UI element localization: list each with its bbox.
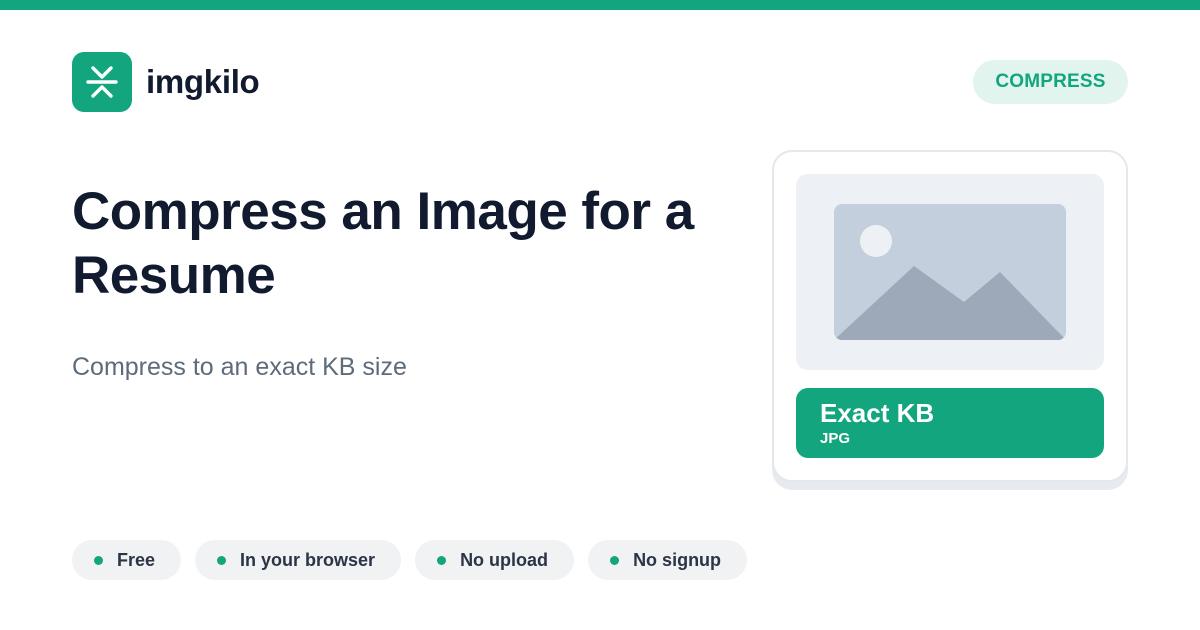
feature-label: No signup — [633, 549, 722, 570]
feature-label: Free — [117, 549, 156, 570]
image-placeholder-icon — [834, 204, 1066, 340]
category-badge: COMPRESS — [973, 60, 1128, 104]
og-card: imgkilo COMPRESS Compress an Image for a… — [0, 0, 1200, 630]
feature-label: In your browser — [240, 549, 376, 570]
brand-name: imgkilo — [146, 63, 260, 100]
accent-top-bar — [0, 0, 1200, 10]
feature-label: No upload — [460, 549, 549, 570]
feature-chip: Free — [72, 540, 182, 580]
feature-chip: In your browser — [195, 540, 402, 580]
feature-chip: No signup — [588, 540, 748, 580]
result-banner: Exact KB JPG — [796, 388, 1104, 458]
result-format: JPG — [820, 430, 851, 447]
page-title: Compress an Image for a Resume — [72, 182, 694, 305]
bullet-dot-icon — [437, 555, 447, 565]
compress-arrows-icon — [72, 52, 132, 112]
feature-list: Free In your browser No upload No signup — [72, 540, 748, 580]
preview-card: Exact KB JPG — [772, 150, 1128, 482]
feature-chip: No upload — [415, 540, 575, 580]
image-preview-frame — [796, 174, 1104, 370]
bullet-dot-icon — [610, 555, 620, 565]
page-subtitle: Compress to an exact KB size — [72, 353, 407, 381]
brand-logo[interactable]: imgkilo — [72, 52, 260, 112]
bullet-dot-icon — [94, 555, 103, 565]
bullet-dot-icon — [217, 555, 227, 565]
result-title: Exact KB — [820, 398, 935, 428]
